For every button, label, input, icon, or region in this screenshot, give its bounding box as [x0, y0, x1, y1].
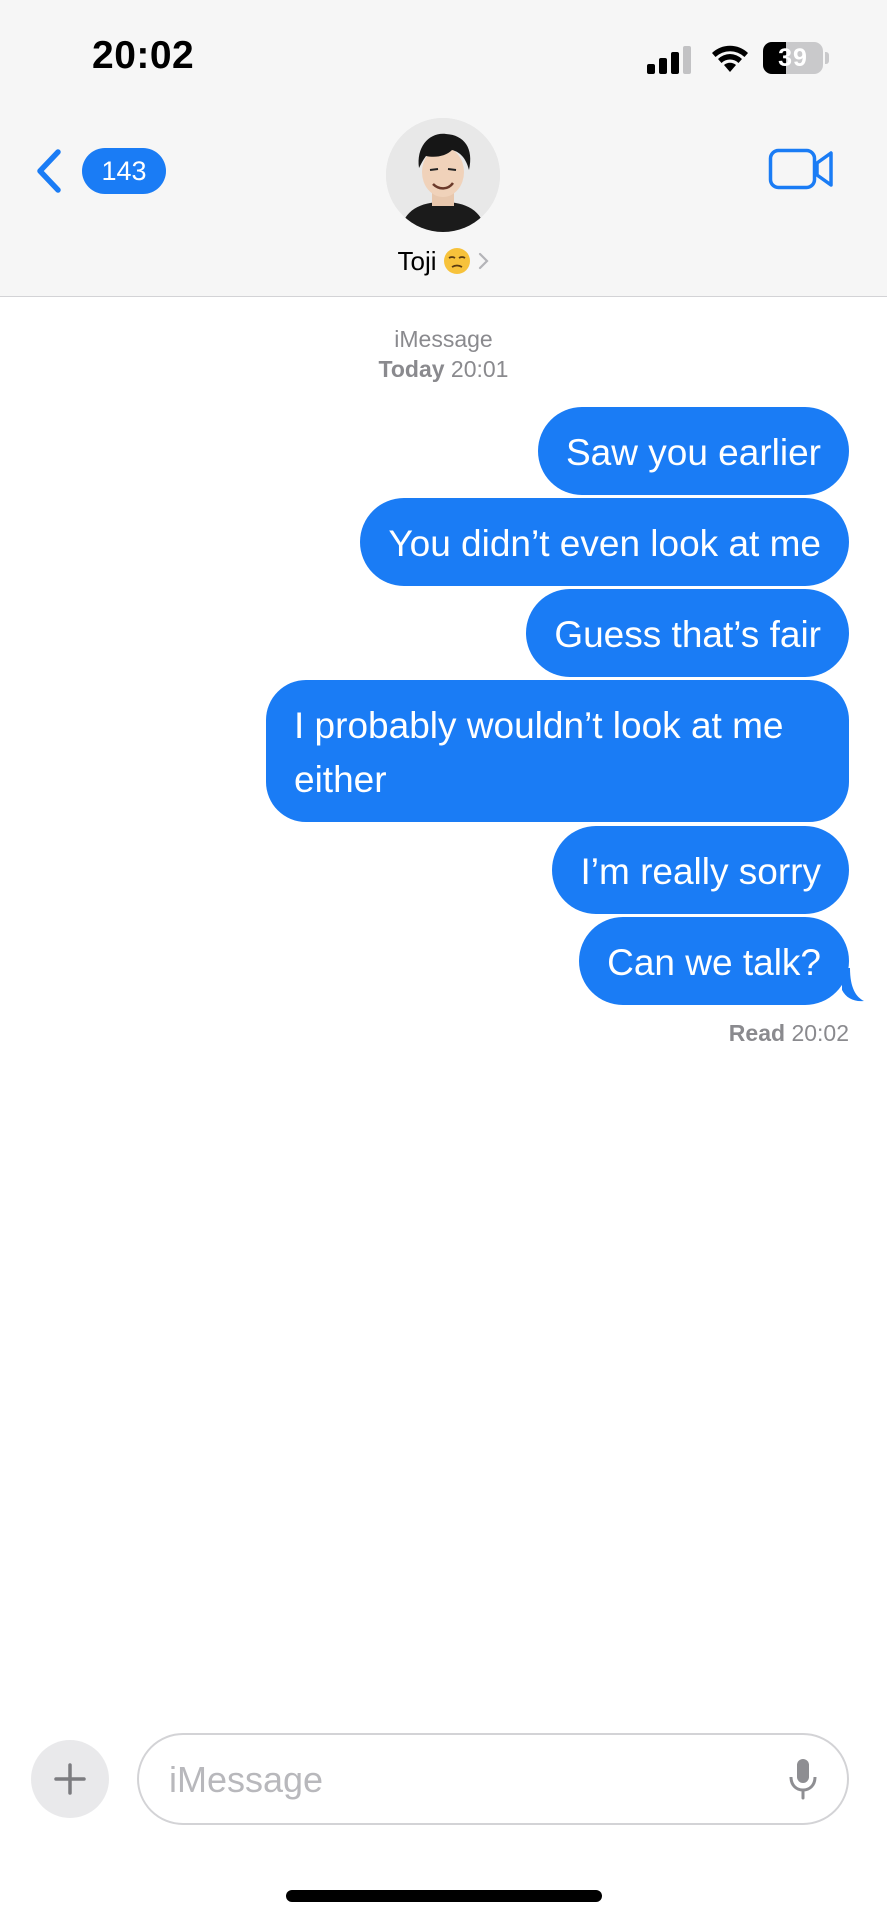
chevron-left-icon — [37, 149, 61, 193]
service-label: iMessage — [394, 326, 493, 352]
contact-name: Toji — [397, 246, 437, 276]
unamused-face-emoji-icon — [443, 248, 470, 274]
chevron-right-icon — [478, 252, 489, 270]
battery-cap — [825, 52, 829, 64]
message-bubble[interactable]: Guess that’s fair — [526, 589, 849, 677]
plus-button[interactable] — [31, 1740, 109, 1818]
day-label: Today — [378, 356, 445, 382]
status-time: 20:02 — [92, 34, 195, 77]
avatar — [386, 118, 500, 232]
unread-count-badge: 143 — [82, 148, 166, 194]
contact-name-row: Toji — [342, 246, 544, 277]
home-indicator — [286, 1890, 602, 1902]
avatar-image — [386, 118, 500, 232]
start-time: 20:01 — [450, 356, 509, 382]
bubble-tail — [842, 968, 864, 1002]
battery-level: 39 — [778, 44, 808, 72]
message-bubble[interactable]: I’m really sorry — [552, 826, 849, 914]
message-input[interactable] — [167, 1735, 771, 1825]
message-bubble[interactable]: You didn’t even look at me — [360, 498, 849, 586]
video-call-button[interactable] — [768, 146, 834, 192]
message-bubble[interactable]: Can we talk? — [579, 917, 849, 1005]
back-button[interactable]: 143 — [34, 142, 166, 200]
plus-icon — [54, 1763, 86, 1795]
cellular-signal-icon — [647, 44, 691, 74]
thread-timestamp: Today 20:01 — [0, 356, 887, 383]
conversation-header: 20:02 39 143 Toji — [0, 0, 887, 297]
wifi-icon — [712, 45, 748, 72]
battery-icon: 39 — [763, 42, 823, 74]
read-label: Read — [728, 1020, 786, 1046]
message-bubble[interactable]: I probably wouldn’t look at me either — [266, 680, 849, 822]
contact-header[interactable]: Toji — [382, 118, 504, 276]
microphone-icon[interactable] — [788, 1757, 818, 1801]
read-receipt: Read 20:02 — [729, 1020, 849, 1047]
read-time: 20:02 — [791, 1020, 849, 1046]
message-input-container — [137, 1733, 849, 1825]
message-bubble[interactable]: Saw you earlier — [537, 407, 849, 495]
